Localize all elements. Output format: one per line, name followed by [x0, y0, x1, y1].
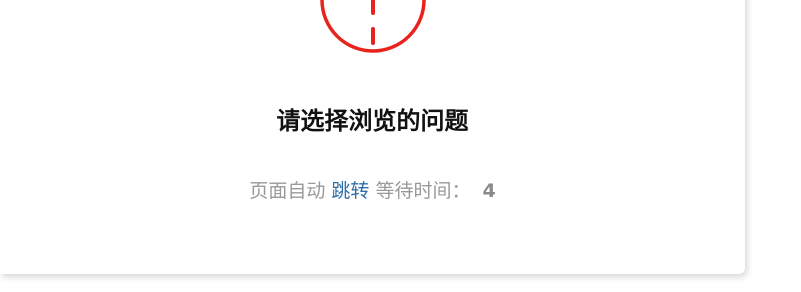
- notice-card: 请选择浏览的问题 页面自动 跳转 等待时间： 4: [0, 0, 745, 274]
- redirect-wait-label: 等待时间：: [375, 180, 471, 202]
- countdown-value: 4: [482, 180, 496, 202]
- redirect-message: 页面自动 跳转 等待时间： 4: [0, 176, 745, 203]
- error-page: 请选择浏览的问题 页面自动 跳转 等待时间： 4: [0, 0, 801, 292]
- redirect-link[interactable]: 跳转: [331, 180, 369, 202]
- redirect-prefix: 页面自动: [249, 180, 326, 202]
- notice-title: 请选择浏览的问题: [276, 107, 469, 135]
- warning-exclamation-icon: [320, 0, 426, 53]
